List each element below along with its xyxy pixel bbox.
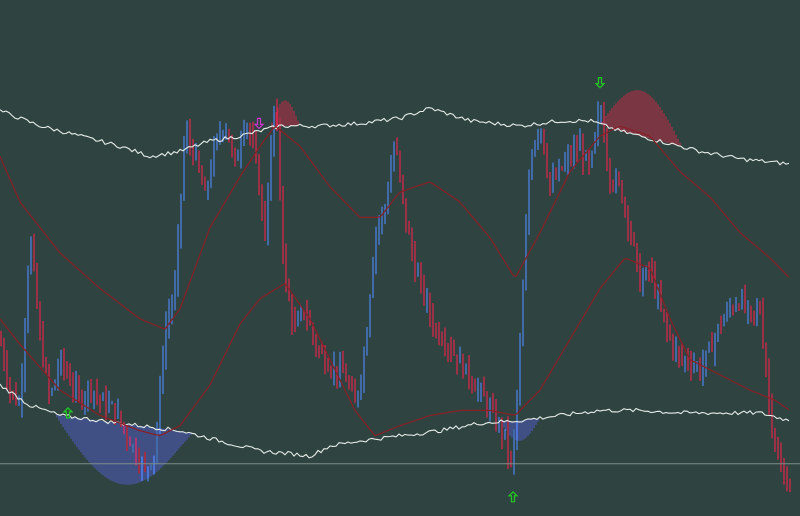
chart-area — [0, 0, 800, 516]
price-chart — [0, 0, 800, 516]
chart-background — [0, 0, 800, 516]
